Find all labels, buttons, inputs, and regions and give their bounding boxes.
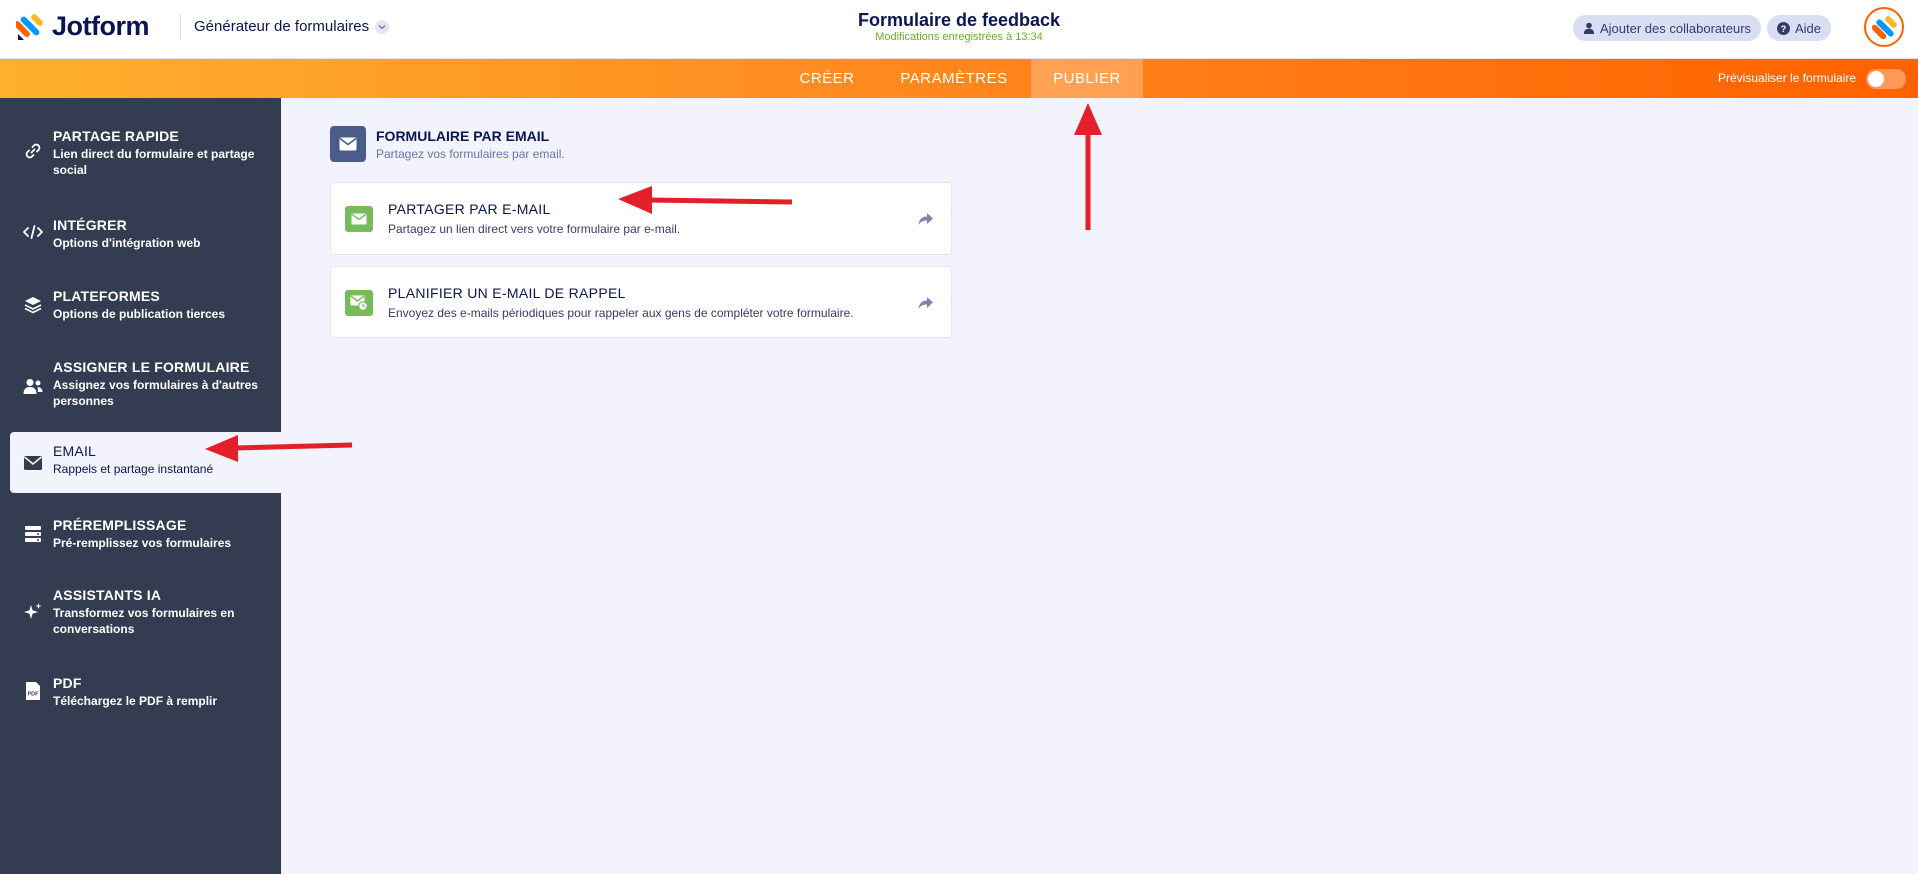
- share-arrow-icon: [918, 297, 933, 309]
- sidebar-item-integrer[interactable]: INTÉGRER Options d'intégration web: [10, 217, 281, 253]
- sidebar-item-subtitle: Options de publication tierces: [53, 307, 226, 321]
- builder-tabs-bar: CRÉER PARAMÈTRES PUBLIER Prévisualiser l…: [0, 59, 1918, 98]
- sidebar-item-title: INTÉGRER: [53, 217, 127, 233]
- sidebar-item-subtitle: Pré-remplissez vos formulaires: [53, 536, 232, 550]
- prefill-icon: [22, 523, 44, 545]
- reminder-mail-icon: [345, 290, 373, 316]
- sidebar-item-assigner-formulaire[interactable]: ASSIGNER LE FORMULAIRE Assignez vos form…: [10, 359, 281, 411]
- sidebar-item-title: PRÉREMPLISSAGE: [53, 517, 187, 533]
- share-arrow-icon: [918, 213, 933, 225]
- sidebar-item-partage-rapide[interactable]: PARTAGE RAPIDE Lien direct du formulaire…: [10, 128, 281, 178]
- sidebar-item-title: PARTAGE RAPIDE: [53, 128, 179, 144]
- sidebar-item-title: PLATEFORMES: [53, 288, 160, 304]
- avatar[interactable]: [1864, 7, 1904, 47]
- mail-icon: [345, 206, 373, 232]
- email-section-icon: [330, 126, 366, 162]
- sidebar-item-title: ASSIGNER LE FORMULAIRE: [53, 359, 250, 375]
- sidebar-item-subtitle: Rappels et partage instantané: [53, 462, 214, 476]
- share-by-email-card[interactable]: PARTAGER PAR E-MAIL Partagez un lien dir…: [330, 182, 952, 255]
- sidebar-item-subtitle: Téléchargez le PDF à remplir: [53, 694, 218, 708]
- envelope-icon: [22, 452, 44, 474]
- assign-user-icon: [22, 375, 44, 397]
- layers-icon: [22, 294, 44, 316]
- publish-sidebar: PARTAGE RAPIDE Lien direct du formulaire…: [0, 98, 281, 874]
- add-collaborators-label: Ajouter des collaborateurs: [1600, 20, 1752, 36]
- sidebar-item-subtitle: Lien direct du formulaire et partage soc…: [53, 147, 255, 177]
- link-icon: [22, 140, 44, 162]
- schedule-reminder-email-card[interactable]: PLANIFIER UN E-MAIL DE RAPPEL Envoyez de…: [330, 266, 952, 338]
- tab-publier[interactable]: PUBLIER: [1031, 59, 1143, 98]
- sidebar-item-subtitle: Assignez vos formulaires à d'autres pers…: [53, 378, 258, 408]
- sidebar-item-title: EMAIL: [53, 443, 97, 459]
- arrow-to-publier-tab: [1074, 103, 1102, 230]
- code-icon: [22, 221, 44, 243]
- card-title: PLANIFIER UN E-MAIL DE RAPPEL: [388, 285, 626, 301]
- annotation-arrows: [205, 103, 1102, 462]
- preview-form-toggle[interactable]: [1866, 69, 1906, 89]
- svg-text:?: ?: [1781, 24, 1787, 34]
- tab-parametres[interactable]: PARAMÈTRES: [892, 59, 1016, 98]
- sidebar-item-plateformes[interactable]: PLATEFORMES Options de publication tierc…: [10, 288, 281, 324]
- sidebar-item-subtitle: Options d'intégration web: [53, 236, 201, 250]
- tab-creer[interactable]: CRÉER: [792, 59, 862, 98]
- sidebar-item-assistants-ia[interactable]: ASSISTANTS IA Transformez vos formulaire…: [10, 587, 281, 639]
- user-icon: [1583, 22, 1595, 34]
- help-icon: ?: [1777, 21, 1790, 35]
- section-title: FORMULAIRE PAR EMAIL: [376, 128, 550, 144]
- sidebar-item-preremplissage[interactable]: PRÉREMPLISSAGE Pré-remplissez vos formul…: [10, 517, 281, 553]
- sidebar-item-pdf[interactable]: PDF PDF Téléchargez le PDF à remplir: [10, 675, 281, 711]
- card-subtitle: Envoyez des e-mails périodiques pour rap…: [388, 306, 854, 320]
- svg-text:PDF: PDF: [28, 692, 40, 698]
- help-label: Aide: [1795, 20, 1822, 36]
- sidebar-item-email[interactable]: EMAIL Rappels et partage instantané: [10, 432, 281, 493]
- add-collaborators-button[interactable]: Ajouter des collaborateurs: [1573, 15, 1762, 41]
- sparkle-icon: [22, 601, 44, 623]
- help-button[interactable]: ? Aide: [1767, 15, 1832, 41]
- sidebar-item-title: ASSISTANTS IA: [53, 587, 162, 603]
- app-header: Jotform Générateur de formulaires Formul…: [0, 0, 1918, 59]
- pdf-icon: PDF: [22, 680, 44, 702]
- card-subtitle: Partagez un lien direct vers votre formu…: [388, 222, 681, 236]
- preview-form-label: Prévisualiser le formulaire: [1718, 71, 1857, 85]
- section-subtitle: Partagez vos formulaires par email.: [376, 147, 565, 161]
- toggle-knob: [1868, 71, 1884, 87]
- card-title: PARTAGER PAR E-MAIL: [388, 201, 551, 217]
- sidebar-item-subtitle: Transformez vos formulaires en conversat…: [53, 606, 235, 636]
- sidebar-item-title: PDF: [53, 675, 82, 691]
